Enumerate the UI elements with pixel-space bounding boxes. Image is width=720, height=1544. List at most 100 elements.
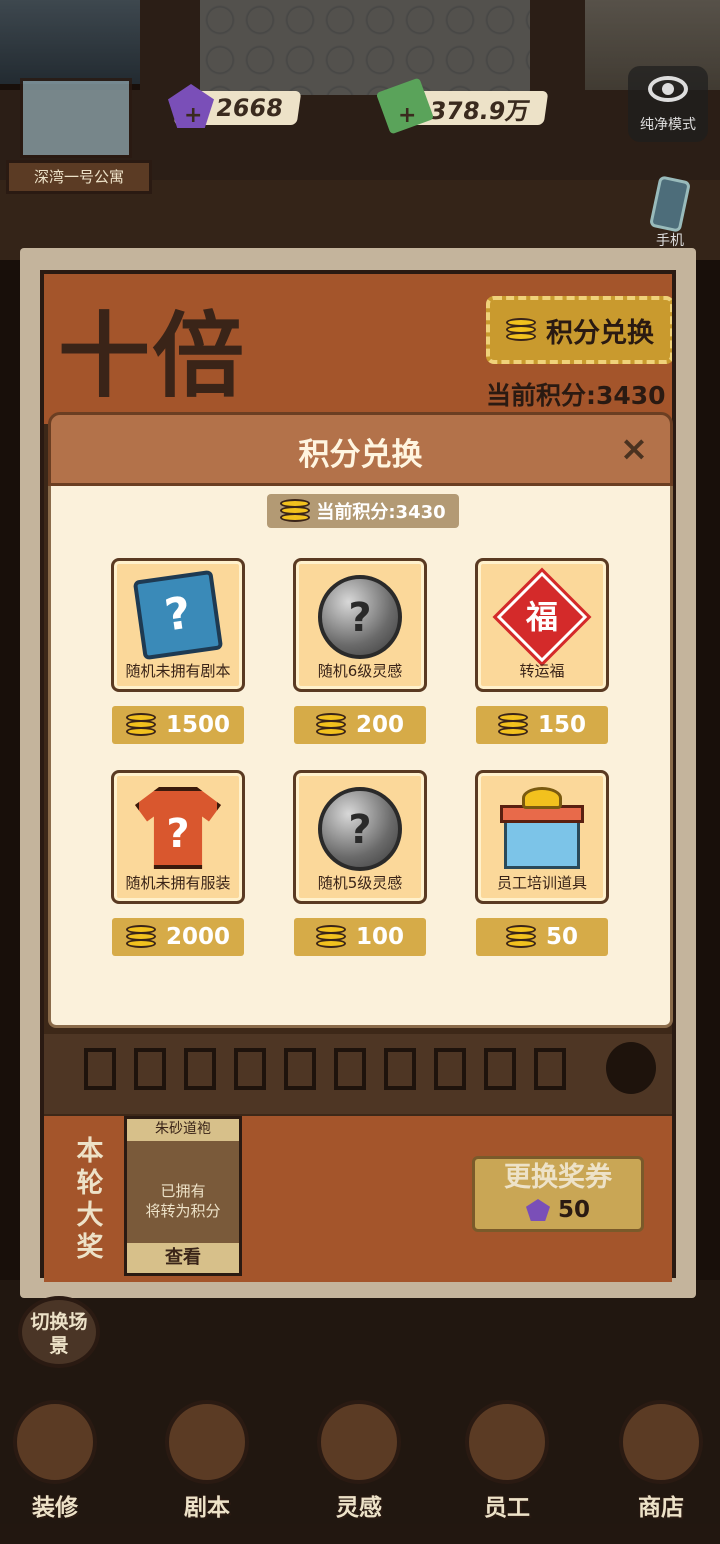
prize-owned-label: 已拥有 bbox=[160, 1182, 206, 1200]
gift-slot-icon bbox=[384, 1048, 416, 1090]
event-current-points: 当前积分:3430 bbox=[486, 381, 666, 410]
grand-prize-card[interactable]: 朱砂道袍 已拥有 将转为积分 查看 bbox=[124, 1116, 242, 1276]
gray-orb-question-icon: ? bbox=[318, 787, 402, 871]
item-name: 员工培训道具 bbox=[496, 874, 587, 892]
gift-slot-icon bbox=[484, 1048, 516, 1090]
item-name: 随机未拥有服装 bbox=[125, 874, 231, 892]
event-header: 十倍 积分兑换 当前积分:3430 bbox=[44, 274, 672, 424]
price-button[interactable]: 100 bbox=[294, 918, 426, 956]
item-name: 随机6级灵感 bbox=[317, 662, 403, 680]
nav-item-inspiration[interactable]: 灵感 bbox=[304, 1400, 414, 1530]
fu-glyph: 福 bbox=[525, 598, 558, 636]
coin-stack-icon bbox=[280, 499, 311, 523]
gift-slot-icon bbox=[534, 1048, 566, 1090]
modal-body: 当前积分:3430 ? 随机未拥有剧本 1500 ? 随机6级灵感 200 福 … bbox=[48, 486, 673, 1028]
price-button[interactable]: 1500 bbox=[112, 706, 244, 744]
switch-scene-button[interactable]: 切换场景 bbox=[18, 1296, 100, 1368]
gift-slot-icon bbox=[84, 1048, 116, 1090]
exchange-item[interactable]: 福 转运福 150 bbox=[475, 558, 609, 744]
gift-slot-icon bbox=[334, 1048, 366, 1090]
exchange-item[interactable]: ? 随机5级灵感 100 bbox=[293, 770, 427, 956]
shirt-question-icon: ? bbox=[135, 787, 221, 869]
coin-stack-icon bbox=[315, 925, 346, 949]
grand-prize-label: 本轮大奖 bbox=[76, 1136, 104, 1263]
points-exchange-tab-label: 积分兑换 bbox=[546, 317, 654, 349]
item-card[interactable]: ? 随机未拥有剧本 bbox=[111, 558, 245, 692]
grand-prize-area: 本轮大奖 朱砂道袍 已拥有 将转为积分 查看 更换奖券 50 bbox=[44, 1116, 672, 1282]
nav-item-decorate[interactable]: 装修 bbox=[0, 1400, 110, 1530]
apartment-thumbnail[interactable] bbox=[20, 78, 132, 158]
coin-stack-icon bbox=[606, 1042, 656, 1094]
modal-title: 积分兑换 bbox=[298, 437, 423, 473]
item-card[interactable]: ? 随机5级灵感 bbox=[293, 770, 427, 904]
nav-label: 剧本 bbox=[184, 1495, 230, 1521]
modal-header: 积分兑换 × bbox=[48, 412, 673, 486]
prize-name: 朱砂道袍 bbox=[127, 1119, 239, 1141]
price-value: 100 bbox=[355, 924, 404, 950]
points-exchange-modal: 积分兑换 × 当前积分:3430 ? 随机未拥有剧本 1500 ? 随机6级灵感… bbox=[48, 412, 673, 1028]
price-value: 200 bbox=[355, 712, 404, 738]
coin-stack-icon bbox=[497, 713, 528, 737]
change-ticket-cost: 50 bbox=[475, 1197, 641, 1223]
cash-counter[interactable]: + 378.9万 bbox=[375, 77, 549, 135]
add-cash-icon[interactable]: + bbox=[398, 103, 416, 128]
gift-slot-icon bbox=[284, 1048, 316, 1090]
pure-mode-label: 纯净模式 bbox=[640, 117, 696, 133]
nav-label: 灵感 bbox=[336, 1495, 382, 1521]
item-name: 转运福 bbox=[519, 662, 565, 680]
fu-charm-icon: 福 bbox=[492, 567, 592, 667]
change-ticket-cost-value: 50 bbox=[557, 1197, 590, 1223]
gift-slot-icon bbox=[234, 1048, 266, 1090]
nav-item-script[interactable]: 剧本 bbox=[152, 1400, 262, 1530]
price-button[interactable]: 2000 bbox=[112, 918, 244, 956]
points-exchange-tab[interactable]: 积分兑换 bbox=[486, 296, 672, 364]
price-button[interactable]: 50 bbox=[476, 918, 608, 956]
exchange-item[interactable]: ? 随机6级灵感 200 bbox=[293, 558, 427, 744]
close-icon[interactable]: × bbox=[616, 431, 652, 467]
nav-label: 装修 bbox=[32, 1495, 78, 1521]
gift-slot-icon bbox=[434, 1048, 466, 1090]
item-name: 随机5级灵感 bbox=[317, 874, 403, 892]
add-gems-icon[interactable]: + bbox=[184, 103, 202, 128]
gem-counter[interactable]: + 2668 bbox=[168, 84, 302, 128]
price-value: 2000 bbox=[165, 924, 230, 950]
price-button[interactable]: 150 bbox=[476, 706, 608, 744]
item-card[interactable]: ? 随机6级灵感 bbox=[293, 558, 427, 692]
exchange-item[interactable]: ? 随机未拥有剧本 1500 bbox=[111, 558, 245, 744]
gift-slot-icon bbox=[184, 1048, 216, 1090]
gem-icon bbox=[525, 1199, 550, 1221]
item-card[interactable]: 福 转运福 bbox=[475, 558, 609, 692]
item-card[interactable]: ? 随机未拥有服装 bbox=[111, 770, 245, 904]
nav-item-shop[interactable]: 商店 bbox=[606, 1400, 716, 1530]
book-question-icon: ? bbox=[132, 569, 224, 661]
bottom-nav: 装修 剧本 灵感 员工 商店 bbox=[0, 1400, 720, 1544]
phone-label: 手机 bbox=[656, 233, 684, 249]
view-prize-button[interactable]: 查看 bbox=[127, 1243, 239, 1273]
pure-mode-button[interactable]: 纯净模式 bbox=[628, 66, 708, 142]
price-button[interactable]: 200 bbox=[294, 706, 426, 744]
house-icon bbox=[13, 1400, 97, 1484]
phone-button[interactable]: 手机 bbox=[640, 175, 700, 250]
gray-orb-question-icon: ? bbox=[318, 575, 402, 659]
item-card[interactable]: 员工培训道具 bbox=[475, 770, 609, 904]
gift-box-icon bbox=[500, 787, 584, 871]
staff-card-icon bbox=[465, 1400, 549, 1484]
exchange-item[interactable]: ? 随机未拥有服装 2000 bbox=[111, 770, 245, 956]
exchange-item-grid: ? 随机未拥有剧本 1500 ? 随机6级灵感 200 福 转运福 150 ? … bbox=[111, 558, 611, 956]
coin-stack-icon bbox=[125, 713, 156, 737]
eye-icon bbox=[648, 76, 688, 102]
current-points-label: 当前积分:3430 bbox=[316, 502, 446, 523]
exchange-item[interactable]: 员工培训道具 50 bbox=[475, 770, 609, 956]
prize-status: 已拥有 将转为积分 bbox=[127, 1141, 239, 1243]
gift-slot-icon bbox=[134, 1048, 166, 1090]
nav-item-staff[interactable]: 员工 bbox=[452, 1400, 562, 1530]
price-value: 150 bbox=[537, 712, 586, 738]
change-ticket-button[interactable]: 更换奖券 50 bbox=[472, 1156, 644, 1232]
event-title: 十倍 bbox=[58, 302, 247, 410]
phone-icon bbox=[648, 175, 692, 233]
prize-convert-note: 将转为积分 bbox=[145, 1202, 221, 1220]
apartment-label[interactable]: 深湾一号公寓 bbox=[6, 160, 152, 194]
nav-label: 商店 bbox=[638, 1495, 684, 1521]
coin-stack-icon bbox=[125, 925, 156, 949]
script-book-icon bbox=[165, 1400, 249, 1484]
